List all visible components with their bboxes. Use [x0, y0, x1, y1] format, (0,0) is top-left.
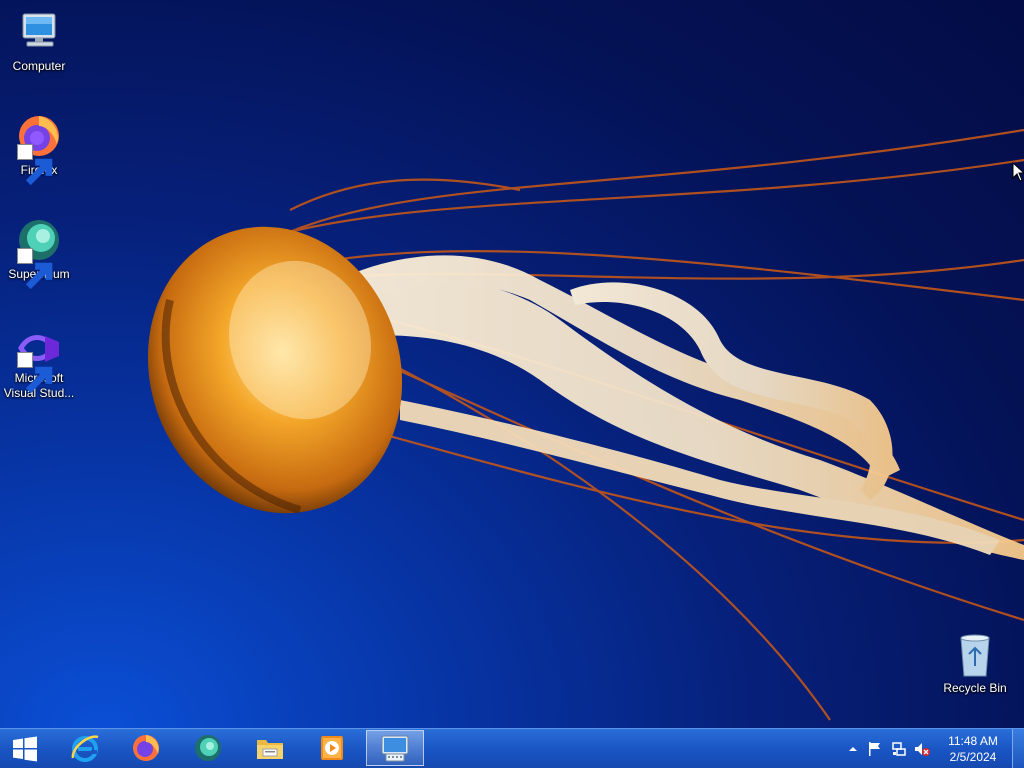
taskbar-media-player[interactable]: [303, 730, 361, 766]
taskbar: 11:48 AM 2/5/2024: [0, 728, 1024, 768]
desktop-icon-label: Recycle Bin: [943, 681, 1007, 695]
media-player-icon: [321, 736, 343, 760]
computer-icon: [15, 8, 63, 56]
desktop-icon-supermium[interactable]: Supermium: [1, 216, 77, 290]
clock-date: 2/5/2024: [949, 750, 997, 764]
taskbar-firefox[interactable]: [117, 730, 175, 766]
taskbar-on-screen-keyboard[interactable]: [366, 730, 424, 766]
desktop: Computer Firefox Supermium Microsoft Vis…: [0, 0, 1024, 768]
desktop-icon-firefox[interactable]: Firefox: [1, 112, 77, 186]
desktop-icon-visual-studio[interactable]: Microsoft Visual Stud...: [1, 328, 77, 401]
internet-explorer-icon: [71, 735, 99, 762]
firefox-icon: [133, 735, 159, 761]
clock-time: 11:48 AM: [948, 734, 998, 748]
on-screen-keyboard-icon: [381, 735, 409, 762]
windows-start-icon: [13, 736, 37, 761]
firefox-icon: [15, 112, 63, 186]
recycle-bin-icon: [951, 630, 999, 678]
supermium-icon: [195, 735, 221, 761]
show-hidden-icons-arrow[interactable]: [845, 741, 861, 757]
file-explorer-icon: [257, 740, 283, 759]
desktop-icon-computer[interactable]: Computer: [1, 8, 77, 74]
mouse-cursor-icon: [1012, 162, 1024, 182]
shortcut-arrow-icon: [17, 248, 53, 290]
taskbar-internet-explorer[interactable]: [56, 730, 114, 766]
taskbar-supermium[interactable]: [179, 730, 237, 766]
shortcut-arrow-icon: [17, 144, 53, 186]
system-clock[interactable]: 11:48 AM 2/5/2024: [936, 733, 1010, 765]
show-desktop-button[interactable]: [1012, 729, 1024, 768]
visual-studio-icon: [15, 328, 63, 394]
action-center-flag-icon[interactable]: [867, 741, 883, 757]
wallpaper-jellyfish: [147, 128, 1024, 721]
shortcut-arrow-icon: [17, 352, 53, 394]
start-button[interactable]: [2, 729, 48, 768]
desktop-icon-recycle-bin[interactable]: Recycle Bin: [937, 630, 1013, 696]
desktop-icon-label: Computer: [12, 59, 66, 73]
taskbar-file-explorer[interactable]: [241, 730, 299, 766]
supermium-icon: [15, 216, 63, 290]
network-icon[interactable]: [891, 741, 907, 757]
volume-muted-icon[interactable]: [914, 741, 930, 757]
